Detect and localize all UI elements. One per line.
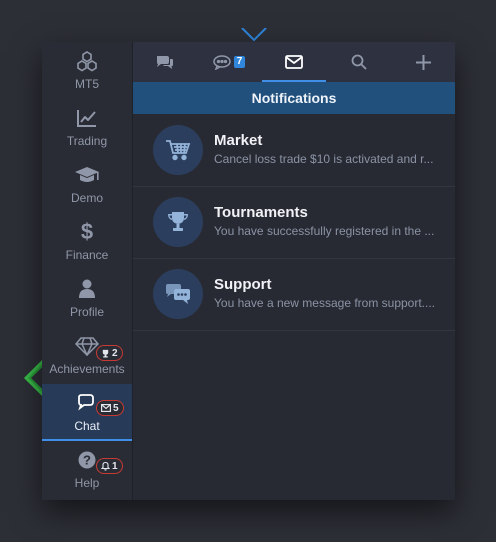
notification-message: You have successfully registered in the … — [214, 224, 435, 238]
app-window: MT5 Trading Demo $ Finance Profile Achie… — [42, 42, 455, 500]
sidebar-item-achievements[interactable]: Achievements 2 — [42, 327, 132, 384]
line-chart-icon — [76, 107, 98, 129]
graduation-cap-icon — [74, 164, 100, 186]
cubes-icon — [76, 50, 98, 72]
question-icon: ? — [78, 449, 96, 471]
tab-messages[interactable]: 7 — [197, 42, 261, 82]
chat-badge: 5 — [96, 400, 124, 416]
sidebar-item-label: Trading — [66, 134, 108, 148]
trophy-icon — [168, 212, 188, 231]
tab-notifications[interactable] — [262, 42, 326, 82]
comment-dots-icon — [212, 54, 231, 70]
notifications-title: Notifications — [251, 90, 337, 106]
bell-icon — [101, 461, 110, 471]
dollar-icon: $ — [80, 219, 94, 244]
trophy-icon — [102, 349, 109, 358]
sidebar-item-help[interactable]: ? Help 1 — [42, 441, 132, 498]
notification-item-market[interactable]: Market Cancel loss trade $10 is activate… — [133, 114, 455, 187]
chat-bubbles-icon — [157, 56, 173, 69]
notification-title: Market — [214, 132, 263, 149]
search-icon — [351, 54, 367, 70]
tab-add[interactable] — [391, 42, 455, 82]
support-chat-icon — [166, 284, 190, 304]
plus-icon — [415, 54, 431, 70]
sidebar-item-label: MT5 — [75, 77, 99, 91]
svg-text:?: ? — [83, 453, 91, 468]
envelope-icon — [285, 55, 303, 69]
chat-badge-count: 5 — [113, 402, 119, 414]
sidebar: MT5 Trading Demo $ Finance Profile Achie… — [42, 42, 133, 500]
sidebar-item-label: Finance — [65, 248, 109, 262]
achievements-badge: 2 — [96, 345, 123, 361]
messages-count-badge: 7 — [233, 56, 246, 68]
chat-icon — [76, 392, 98, 414]
sidebar-item-finance[interactable]: $ Finance — [42, 213, 132, 270]
tab-bar: 7 — [133, 42, 455, 82]
sidebar-item-demo[interactable]: Demo — [42, 156, 132, 213]
sidebar-item-label: Help — [74, 476, 100, 490]
notification-message: Cancel loss trade $10 is activated and r… — [214, 152, 434, 166]
notification-message: You have a new message from support.... — [214, 296, 436, 310]
notifications-header: Notifications — [133, 82, 455, 114]
notification-title: Tournaments — [214, 204, 308, 221]
sidebar-item-label: Profile — [69, 305, 104, 319]
cart-icon — [166, 140, 191, 161]
sidebar-item-label: Achievements — [49, 362, 125, 376]
help-badge: 1 — [96, 458, 123, 474]
notification-item-tournaments[interactable]: Tournaments You have successfully regist… — [133, 186, 455, 259]
sidebar-item-chat[interactable]: Chat 5 — [42, 384, 132, 441]
envelope-icon — [101, 404, 111, 412]
help-badge-count: 1 — [112, 460, 118, 472]
sidebar-item-profile[interactable]: Profile — [42, 270, 132, 327]
tab-search[interactable] — [327, 42, 391, 82]
sidebar-item-label: Demo — [70, 191, 103, 205]
user-icon — [78, 278, 96, 300]
sidebar-item-mt5[interactable]: MT5 — [42, 42, 132, 99]
notification-item-support[interactable]: Support You have a new message from supp… — [133, 258, 455, 331]
tab-chats[interactable] — [133, 42, 197, 82]
notification-avatar — [153, 269, 203, 319]
notification-avatar — [153, 125, 203, 175]
achievements-badge-count: 2 — [112, 347, 118, 359]
sidebar-item-label: Chat — [74, 419, 100, 433]
sidebar-item-trading[interactable]: Trading — [42, 99, 132, 156]
notification-avatar — [153, 197, 203, 247]
notification-title: Support — [214, 276, 272, 293]
